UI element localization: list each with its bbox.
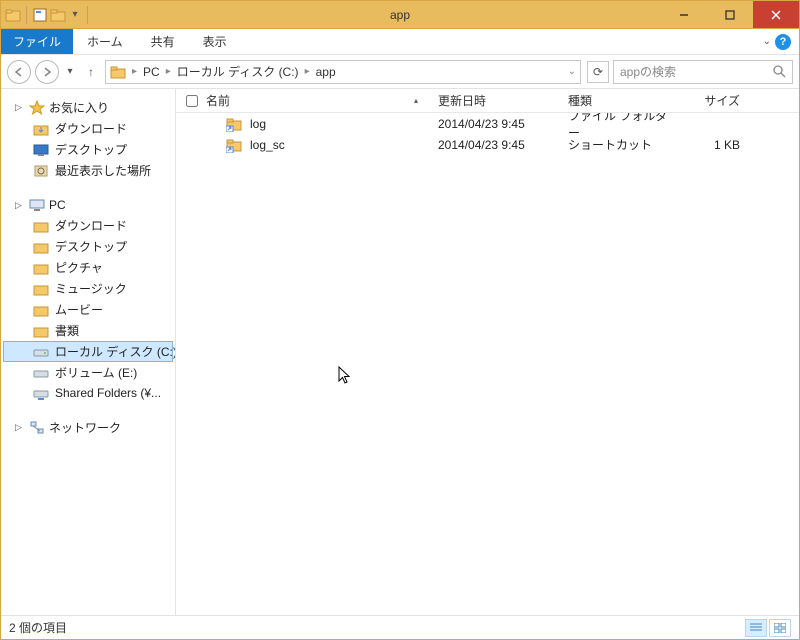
titlebar: ▾ app — [1, 1, 799, 29]
crumb-sep-icon[interactable]: ▸ — [166, 66, 171, 77]
ribbon-expand-icon[interactable]: ⌄ — [763, 36, 771, 47]
pictures-folder-icon — [33, 260, 49, 276]
crumb-sep-icon[interactable]: ▸ — [305, 66, 310, 77]
column-type[interactable]: 種類 — [568, 92, 678, 109]
qat-dropdown-icon[interactable]: ▾ — [68, 9, 82, 20]
view-details-button[interactable] — [745, 619, 767, 637]
file-list[interactable]: log 2014/04/23 9:45 ファイル フォルダー log_sc 20… — [176, 113, 799, 615]
sidebar-pc-label: PC — [49, 198, 66, 212]
menu-home[interactable]: ホーム — [73, 29, 137, 54]
sidebar-item-pc-downloads[interactable]: ダウンロード — [3, 215, 173, 236]
address-bar: ▾ ↑ ▸ PC ▸ ローカル ディスク (C:) ▸ app ⌄ ⟳ appの… — [1, 55, 799, 89]
folder-shortcut-icon — [226, 116, 242, 132]
drive-icon — [33, 344, 49, 360]
music-folder-icon — [33, 281, 49, 297]
nav-forward-button[interactable] — [35, 60, 59, 84]
sidebar-item-pictures[interactable]: ピクチャ — [3, 257, 173, 278]
file-name: log_sc — [250, 138, 285, 152]
sidebar-item-recent[interactable]: 最近表示した場所 — [3, 160, 173, 181]
nav-back-button[interactable] — [7, 60, 31, 84]
file-date: 2014/04/23 9:45 — [438, 138, 568, 152]
file-name: log — [250, 117, 266, 131]
download-folder-icon — [33, 121, 49, 137]
sidebar-item-desktop[interactable]: デスクトップ — [3, 139, 173, 160]
qat-open-folder-icon[interactable] — [50, 7, 66, 23]
app-folder-icon — [5, 7, 21, 23]
file-type: ショートカット — [568, 136, 678, 153]
column-headers: 名前 ▴ 更新日時 種類 サイズ — [176, 89, 799, 113]
nav-history-dropdown[interactable]: ▾ — [63, 66, 77, 77]
nav-pane: ▷ お気に入り ダウンロード デスクトップ 最近表示した場所 — [1, 89, 176, 615]
sidebar-item-videos[interactable]: ムービー — [3, 299, 173, 320]
sort-indicator-icon: ▴ — [414, 96, 418, 105]
status-item-count: 2 個の項目 — [9, 619, 67, 636]
column-name[interactable]: 名前 ▴ — [202, 92, 438, 109]
chevron-right-icon: ▷ — [15, 200, 25, 211]
refresh-button[interactable]: ⟳ — [587, 61, 609, 83]
search-icon — [773, 65, 786, 78]
table-row[interactable]: log_sc 2014/04/23 9:45 ショートカット 1 KB — [176, 134, 799, 155]
menu-view[interactable]: 表示 — [189, 29, 241, 54]
crumb-pc[interactable]: PC — [143, 65, 160, 79]
network-icon — [29, 420, 45, 436]
menubar: ファイル ホーム 共有 表示 ⌄ ? — [1, 29, 799, 55]
recent-icon — [33, 163, 49, 179]
nav-up-button[interactable]: ↑ — [81, 65, 101, 79]
sidebar-item-drive-c[interactable]: ローカル ディスク (C:) — [3, 341, 173, 362]
view-icons-button[interactable] — [769, 619, 791, 637]
chevron-right-icon: ▷ — [15, 422, 25, 433]
qat-properties-icon[interactable] — [32, 7, 48, 23]
pc-icon — [29, 197, 45, 213]
file-size: 1 KB — [678, 138, 748, 152]
column-date[interactable]: 更新日時 — [438, 92, 568, 109]
help-icon[interactable]: ? — [775, 34, 791, 50]
address-folder-icon — [110, 64, 126, 80]
desktop-folder-icon — [33, 239, 49, 255]
address-dropdown-icon[interactable]: ⌄ — [568, 66, 576, 77]
crumb-sep-icon[interactable]: ▸ — [132, 66, 137, 77]
drive-icon — [33, 365, 49, 381]
crumb-drive[interactable]: ローカル ディスク (C:) — [177, 63, 299, 80]
close-button[interactable] — [753, 1, 799, 28]
address-box[interactable]: ▸ PC ▸ ローカル ディスク (C:) ▸ app ⌄ — [105, 60, 581, 84]
sidebar-item-pc-desktop[interactable]: デスクトップ — [3, 236, 173, 257]
sidebar-item-drive-e[interactable]: ボリューム (E:) — [3, 362, 173, 383]
sidebar-favorites-label: お気に入り — [49, 99, 109, 116]
sidebar-network-label: ネットワーク — [49, 419, 121, 436]
file-date: 2014/04/23 9:45 — [438, 117, 568, 131]
star-icon — [29, 100, 45, 116]
sidebar-favorites[interactable]: ▷ お気に入り — [3, 97, 173, 118]
sidebar-item-downloads[interactable]: ダウンロード — [3, 118, 173, 139]
sidebar-network[interactable]: ▷ ネットワーク — [3, 417, 173, 438]
videos-folder-icon — [33, 302, 49, 318]
download-folder-icon — [33, 218, 49, 234]
menu-share[interactable]: 共有 — [137, 29, 189, 54]
desktop-icon — [33, 142, 49, 158]
crumb-folder[interactable]: app — [316, 65, 336, 79]
sidebar-item-documents[interactable]: 書類 — [3, 320, 173, 341]
maximize-button[interactable] — [707, 1, 753, 28]
chevron-right-icon: ▷ — [15, 102, 25, 113]
sidebar-item-music[interactable]: ミュージック — [3, 278, 173, 299]
table-row[interactable]: log 2014/04/23 9:45 ファイル フォルダー — [176, 113, 799, 134]
status-bar: 2 個の項目 — [1, 615, 799, 639]
sidebar-item-shared-folders[interactable]: Shared Folders (¥... — [3, 383, 173, 403]
minimize-button[interactable] — [661, 1, 707, 28]
select-all-checkbox[interactable] — [182, 95, 202, 107]
folder-shortcut-icon — [226, 137, 242, 153]
sidebar-pc[interactable]: ▷ PC — [3, 195, 173, 215]
documents-folder-icon — [33, 323, 49, 339]
menu-file[interactable]: ファイル — [1, 29, 73, 54]
network-drive-icon — [33, 385, 49, 401]
search-placeholder: appの検索 — [620, 63, 676, 80]
column-size[interactable]: サイズ — [678, 92, 748, 109]
search-input[interactable]: appの検索 — [613, 60, 793, 84]
